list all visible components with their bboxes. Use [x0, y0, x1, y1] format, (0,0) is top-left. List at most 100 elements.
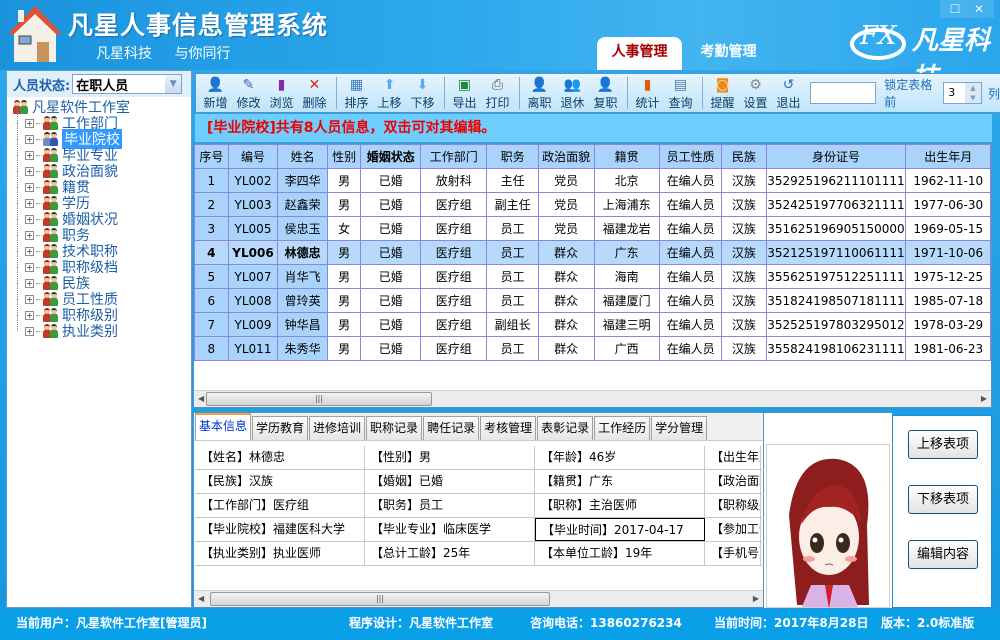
table-cell[interactable]: 医疗组 [420, 312, 488, 337]
table-cell[interactable]: 福建龙岩 [593, 216, 660, 241]
table-cell[interactable]: 352525197803295012 [765, 312, 907, 337]
detail-tab[interactable]: 表彰记录 [537, 416, 594, 440]
toolbar-button-add-user[interactable]: 👤 新增 [200, 76, 231, 111]
table-cell[interactable]: 已婚 [360, 240, 422, 265]
column-header[interactable]: 序号 [194, 144, 229, 169]
table-cell[interactable]: 在编人员 [658, 168, 723, 193]
detail-field[interactable]: 【执业类别】执业医师 [195, 542, 365, 565]
toolbar-button-arrow-up[interactable]: ⬆ 上移 [374, 76, 405, 111]
detail-field[interactable]: 【毕业专业】临床医学 [365, 518, 535, 541]
table-cell[interactable]: 在编人员 [658, 288, 723, 313]
tree-item[interactable]: + 婚姻状况 [13, 203, 191, 228]
table-cell[interactable]: 医疗组 [420, 288, 488, 313]
table-cell[interactable]: 汉族 [721, 216, 767, 241]
table-cell[interactable]: 福建厦门 [593, 288, 660, 313]
tree-item[interactable]: + 职称级档 [13, 251, 191, 276]
expand-icon[interactable]: + [25, 214, 34, 224]
detail-field[interactable]: 【民族】汉族 [195, 470, 365, 493]
detail-tab[interactable]: 工作经历 [594, 416, 651, 440]
table-cell[interactable]: 已婚 [360, 216, 422, 241]
detail-field[interactable]: 【性别】男 [365, 446, 535, 469]
detail-tab[interactable]: 职称记录 [366, 416, 423, 440]
table-cell[interactable]: 8 [194, 336, 229, 361]
detail-field[interactable]: 【职务】员工 [365, 494, 535, 517]
table-cell[interactable]: 医疗组 [420, 264, 488, 289]
table-cell[interactable]: 汉族 [721, 288, 767, 313]
scroll-right-icon[interactable]: ▶ [981, 394, 987, 403]
table-cell[interactable]: 1969-05-15 [905, 216, 991, 241]
table-cell[interactable]: 在编人员 [658, 264, 723, 289]
table-cell[interactable]: 已婚 [360, 288, 422, 313]
tree-item[interactable]: + 政治面貌 [13, 155, 191, 180]
table-cell[interactable]: 1975-12-25 [905, 264, 991, 289]
table-cell[interactable]: 员工 [486, 216, 539, 241]
table-row[interactable]: 6 YL008 曾玲英男已婚 医疗组 员工 群众 福建厦门 在编人员 汉族 35182419850… [194, 288, 991, 313]
table-cell[interactable]: 男 [326, 168, 362, 193]
toolbar-button-excel[interactable]: ▣ 导出 [449, 76, 480, 111]
table-cell[interactable]: 1 [194, 168, 229, 193]
toolbar-button-edit[interactable]: ✎ 修改 [233, 76, 264, 111]
move-item-down-button[interactable]: 下移表项 [908, 485, 978, 514]
table-cell[interactable]: 党员 [537, 168, 595, 193]
table-cell[interactable]: 在编人员 [658, 240, 723, 265]
table-cell[interactable]: 海南 [593, 264, 660, 289]
table-cell[interactable]: 赵鑫荣 [277, 192, 328, 217]
grid-horizontal-scrollbar[interactable]: ◀ ||| ▶ [194, 390, 991, 407]
lock-columns-value[interactable]: 3 [944, 83, 965, 103]
table-cell[interactable]: 已婚 [360, 168, 422, 193]
table-cell[interactable]: 汉族 [721, 264, 767, 289]
table-cell[interactable]: 汉族 [721, 240, 767, 265]
toolbar-button-exit[interactable]: ↺ 退出 [773, 76, 804, 111]
column-header[interactable]: 性别 [326, 144, 362, 169]
toolbar-button-arrow-down[interactable]: ⬇ 下移 [407, 76, 438, 111]
toolbar-button-query[interactable]: ▤ 查询 [665, 76, 696, 111]
table-cell[interactable]: 副主任 [486, 192, 539, 217]
detail-field[interactable]: 【政治面貌 [705, 470, 761, 493]
table-cell[interactable]: 已婚 [360, 336, 422, 361]
table-cell[interactable]: 医疗组 [420, 240, 488, 265]
toolbar-button-browse-chart[interactable]: ▮ 浏览 [266, 76, 297, 111]
tab-attendance-management[interactable]: 考勤管理 [686, 37, 771, 70]
table-cell[interactable]: YL003 [227, 192, 279, 217]
table-cell[interactable]: 女 [326, 216, 362, 241]
detail-field[interactable]: 【参加工作 [705, 518, 761, 541]
detail-field[interactable]: 【婚姻】已婚 [365, 470, 535, 493]
expand-icon[interactable]: + [25, 310, 34, 320]
table-cell[interactable]: 汉族 [721, 168, 767, 193]
detail-field[interactable]: 【姓名】林德忠 [195, 446, 365, 469]
detail-field[interactable]: 【职称】主治医师 [535, 494, 705, 517]
table-cell[interactable]: 4 [194, 240, 229, 265]
status-select[interactable]: 在职人员 ▼ [72, 74, 183, 94]
toolbar-button-sort-grid[interactable]: ▦ 排序 [341, 76, 372, 111]
table-cell[interactable]: 355625197512251111 [765, 264, 907, 289]
table-cell[interactable]: 已婚 [360, 312, 422, 337]
table-cell[interactable]: 员工 [486, 288, 539, 313]
column-header[interactable]: 工作部门 [420, 144, 488, 169]
table-cell[interactable]: 汉族 [721, 192, 767, 217]
table-cell[interactable]: 男 [326, 264, 362, 289]
expand-icon[interactable]: + [25, 166, 34, 176]
table-cell[interactable]: 1978-03-29 [905, 312, 991, 337]
detail-tab[interactable]: 考核管理 [480, 416, 537, 440]
toolbar-button-retire[interactable]: 👥 退休 [557, 76, 588, 111]
table-cell[interactable]: 主任 [486, 168, 539, 193]
table-cell[interactable]: 男 [326, 192, 362, 217]
toolbar-button-gear[interactable]: ⚙ 设置 [740, 76, 771, 111]
spin-up-icon[interactable]: ▲ [965, 83, 981, 93]
column-header[interactable]: 出生年月 [905, 144, 991, 169]
table-cell[interactable]: 党员 [537, 216, 595, 241]
tab-hr-management[interactable]: 人事管理 [597, 37, 682, 70]
table-cell[interactable]: 1962-11-10 [905, 168, 991, 193]
table-cell[interactable]: 352125197110061111 [765, 240, 907, 265]
table-row[interactable]: 8 YL011 朱秀华男已婚 医疗组 员工 群众 广西 在编人员 汉族 3558241981062… [194, 336, 991, 361]
detail-field[interactable]: 【手机号】 [705, 542, 761, 565]
scroll-right-icon[interactable]: ▶ [753, 594, 759, 603]
chevron-down-icon[interactable]: ▼ [165, 75, 182, 93]
expand-icon[interactable]: + [25, 182, 34, 192]
table-cell[interactable]: 广东 [593, 240, 660, 265]
detail-field[interactable]: 【本单位工龄】19年 [535, 542, 705, 565]
table-cell[interactable]: 群众 [537, 336, 595, 361]
expand-icon[interactable]: + [25, 230, 34, 240]
detail-field[interactable]: 【毕业时间】2017-04-17 [535, 518, 705, 541]
table-cell[interactable]: 1981-06-23 [905, 336, 991, 361]
